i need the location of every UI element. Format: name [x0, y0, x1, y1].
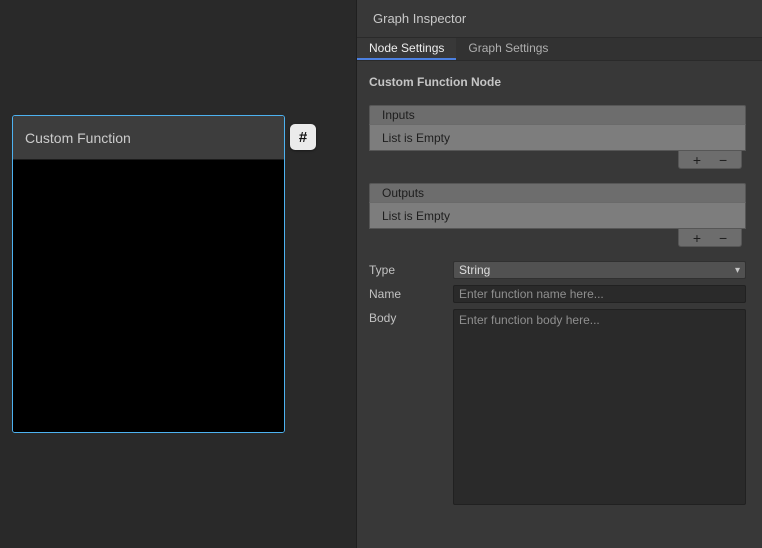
inspector-header: Graph Inspector — [357, 0, 762, 38]
outputs-footer-box: + − — [678, 229, 742, 247]
inspector-title: Graph Inspector — [373, 11, 466, 26]
outputs-empty-row: List is Empty — [369, 202, 746, 229]
inputs-footer-box: + − — [678, 151, 742, 169]
tab-graph-settings[interactable]: Graph Settings — [456, 38, 560, 60]
graph-canvas[interactable]: Custom Function # — [0, 0, 356, 548]
tab-node-settings[interactable]: Node Settings — [357, 38, 456, 60]
add-output-button[interactable]: + — [689, 231, 705, 245]
outputs-list-footer: + − — [369, 229, 746, 247]
function-name-input[interactable] — [453, 285, 746, 303]
remove-output-button[interactable]: − — [715, 231, 731, 245]
function-body-input[interactable] — [453, 309, 746, 505]
body-field-row: Body — [369, 309, 746, 505]
inputs-list-footer: + − — [369, 151, 746, 169]
dropdown-arrow-icon: ▾ — [735, 265, 740, 276]
add-input-button[interactable]: + — [689, 153, 705, 167]
type-label: Type — [369, 261, 453, 279]
inspector-content: Custom Function Node Inputs List is Empt… — [357, 61, 762, 505]
custom-function-node[interactable]: Custom Function — [12, 115, 285, 433]
type-field-row: Type String ▾ — [369, 261, 746, 279]
inputs-empty-row: List is Empty — [369, 124, 746, 151]
inputs-list: Inputs List is Empty + − — [369, 105, 746, 169]
inputs-list-header: Inputs — [369, 105, 746, 124]
hash-badge-icon[interactable]: # — [290, 124, 316, 150]
graph-inspector-panel: Graph Inspector Node Settings Graph Sett… — [356, 0, 762, 548]
type-dropdown[interactable]: String ▾ — [453, 261, 746, 279]
node-title: Custom Function — [25, 130, 131, 146]
name-label: Name — [369, 285, 453, 303]
remove-input-button[interactable]: − — [715, 153, 731, 167]
outputs-list-header: Outputs — [369, 183, 746, 202]
outputs-list: Outputs List is Empty + − — [369, 183, 746, 247]
node-section-title: Custom Function Node — [369, 75, 746, 89]
node-body — [13, 160, 284, 432]
type-dropdown-value: String — [459, 263, 490, 277]
name-field-row: Name — [369, 285, 746, 303]
body-label: Body — [369, 309, 453, 327]
inspector-tab-bar: Node Settings Graph Settings — [357, 38, 762, 61]
node-header[interactable]: Custom Function — [13, 116, 284, 160]
